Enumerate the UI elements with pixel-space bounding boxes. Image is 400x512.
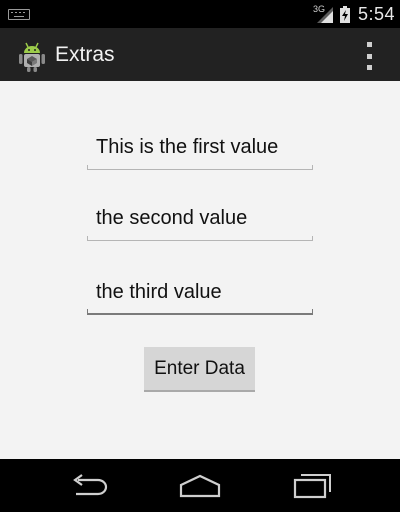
enter-data-button[interactable]: Enter Data [144, 347, 255, 392]
home-icon[interactable] [178, 474, 222, 498]
overflow-menu-icon[interactable] [362, 42, 376, 70]
first-value-text: This is the first value [96, 136, 279, 158]
status-bar: 3G 5:54 [0, 0, 400, 28]
android-app-icon[interactable] [17, 41, 47, 73]
back-icon[interactable] [68, 474, 110, 498]
third-value-field[interactable]: the third value [87, 281, 313, 315]
clock: 5:54 [358, 4, 396, 24]
app-title: Extras [55, 43, 115, 66]
second-field-underline [87, 236, 313, 241]
android-screen: 3G 5:54 Extras This is the first value t… [0, 0, 400, 512]
battery-charging-icon [340, 6, 350, 23]
keyboard-icon [8, 9, 30, 20]
first-field-underline [87, 165, 313, 170]
recent-apps-icon[interactable] [293, 472, 333, 500]
second-value-text: the second value [96, 207, 248, 229]
first-value-field[interactable]: This is the first value [87, 136, 313, 170]
third-field-underline [87, 309, 313, 315]
signal-icon [317, 7, 333, 23]
third-value-text: the third value [96, 281, 222, 303]
second-value-field[interactable]: the second value [87, 207, 313, 241]
